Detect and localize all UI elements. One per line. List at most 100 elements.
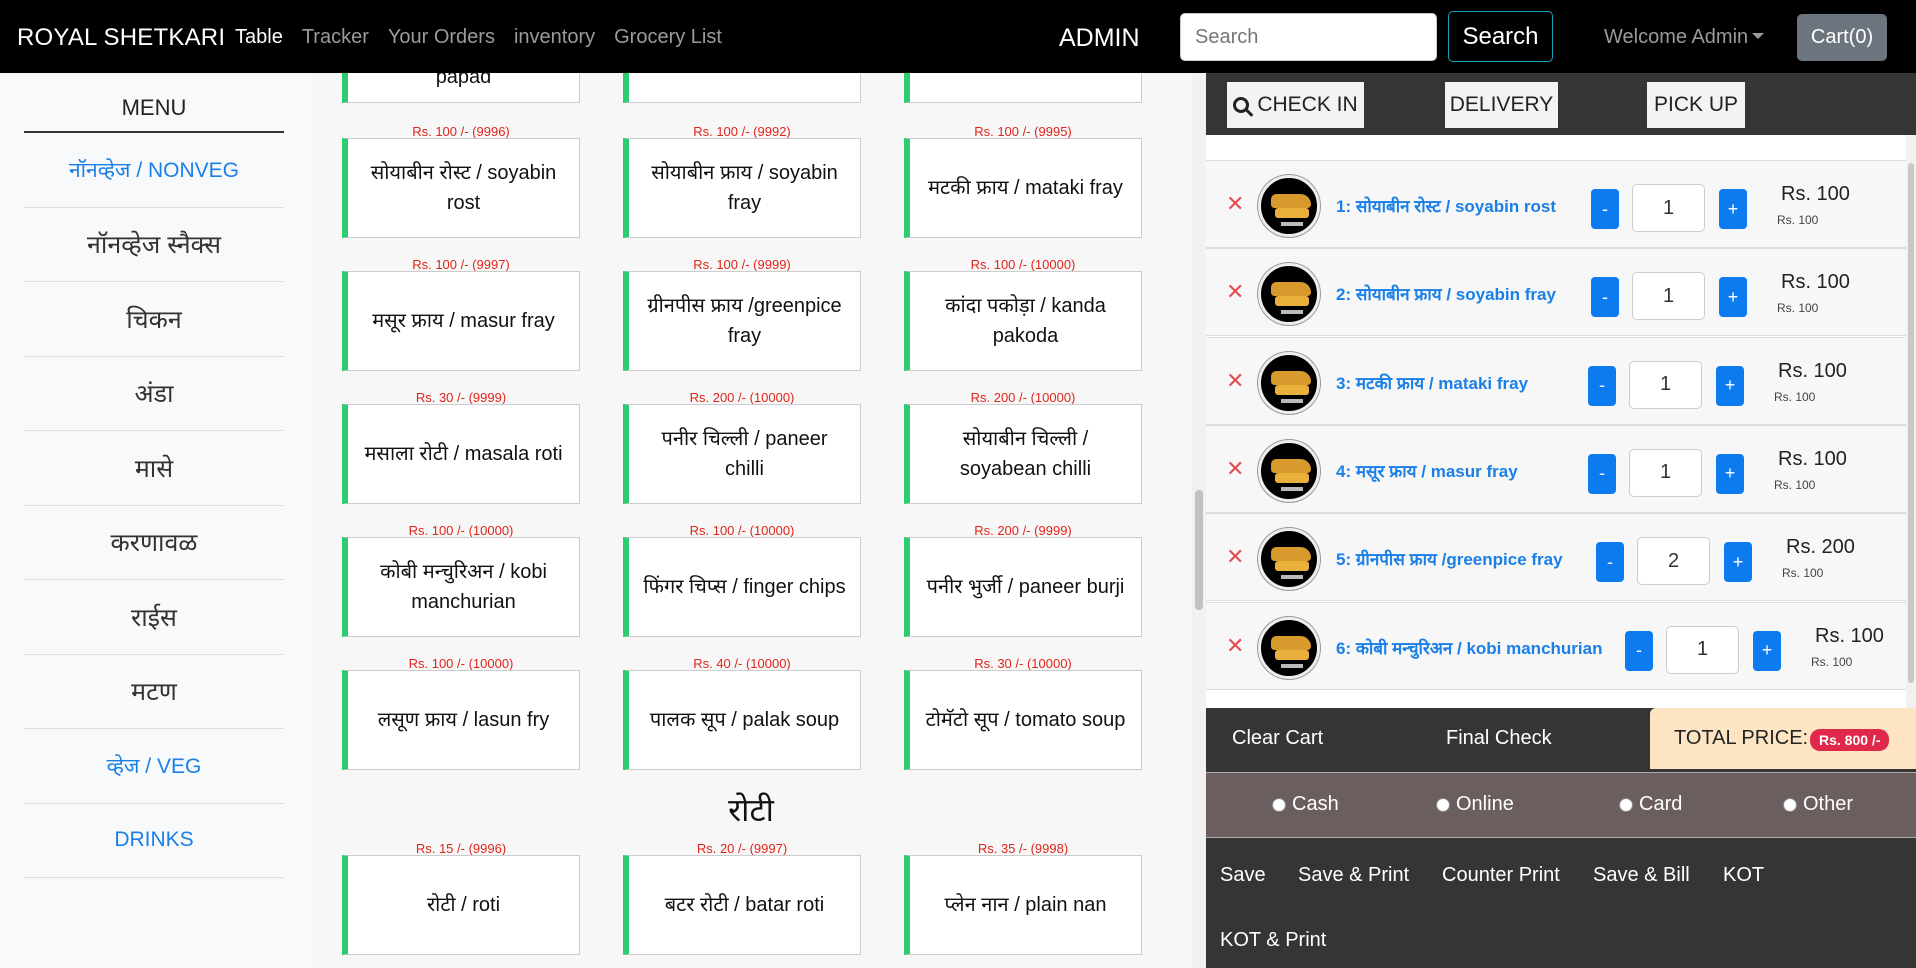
menu-item-card[interactable]: पालक सूप / palak soup	[623, 670, 861, 770]
menu-item-card[interactable]: मटकी फ्राय / mataki fray	[904, 138, 1142, 238]
menu-item-card[interactable]	[904, 73, 1142, 103]
radio-button[interactable]	[1272, 797, 1286, 812]
menu-item-card[interactable]: पनीर भुर्जी / paneer burji	[904, 537, 1142, 637]
clear-cart-button[interactable]: Clear Cart	[1232, 727, 1323, 750]
menu-scrollbar-thumb[interactable]	[1195, 490, 1203, 610]
radio-button[interactable]	[1783, 797, 1797, 812]
sidebar-item-veg[interactable]: व्हेज / VEG	[24, 729, 284, 804]
decrease-qty-button[interactable]: -	[1588, 453, 1616, 494]
increase-qty-button[interactable]: +	[1753, 630, 1781, 671]
remove-item-icon[interactable]: ✕	[1226, 369, 1244, 391]
menu-item-price: Rs. 200 /- (10000)	[689, 390, 795, 405]
save-button[interactable]: Save	[1220, 864, 1266, 887]
cart-scrollbar-thumb[interactable]	[1908, 163, 1914, 683]
menu-item-card[interactable]: प्लेन नान / plain nan	[904, 855, 1142, 955]
quantity-input[interactable]	[1629, 360, 1702, 409]
menu-item-card[interactable]: सोयाबीन रोस्ट / soyabin rost	[342, 138, 580, 238]
payment-option-cash[interactable]: Cash	[1272, 793, 1339, 816]
quantity-input[interactable]	[1629, 448, 1702, 497]
increase-qty-button[interactable]: +	[1719, 189, 1747, 229]
sidebar-item-egg[interactable]: अंडा	[24, 357, 284, 431]
sidebar-item-drinks[interactable]: DRINKS	[24, 804, 284, 878]
decrease-qty-button[interactable]: -	[1625, 630, 1653, 671]
quantity-input[interactable]	[1632, 184, 1705, 232]
nav-link-your-orders[interactable]: Your Orders	[388, 26, 495, 49]
cart-button[interactable]: Cart(0)	[1797, 14, 1887, 61]
menu-item-card[interactable]: सोयाबीन चिल्ली / soyabean chilli	[904, 404, 1142, 504]
welcome-dropdown[interactable]: Welcome Admin	[1604, 26, 1765, 49]
sidebar-item-rice[interactable]: राईस	[24, 580, 284, 655]
kot-button[interactable]: KOT	[1723, 864, 1764, 887]
sidebar-item-nonveg[interactable]: नॉनव्हेज / NONVEG	[24, 133, 284, 208]
radio-button[interactable]	[1436, 797, 1450, 812]
total-price-badge: Rs. 800 /-	[1810, 729, 1890, 751]
decrease-qty-button[interactable]: -	[1588, 365, 1616, 406]
sidebar-item-fish[interactable]: मासे	[24, 431, 284, 506]
tab-pick-up[interactable]: PICK UP	[1647, 82, 1745, 128]
cart-item-unit-price: Rs. 100	[1777, 213, 1819, 227]
decrease-qty-button[interactable]: -	[1591, 277, 1619, 318]
quantity-input[interactable]	[1632, 272, 1705, 321]
final-check-button[interactable]: Final Check	[1446, 727, 1552, 750]
remove-item-icon[interactable]: ✕	[1226, 546, 1244, 568]
menu-item-card[interactable]: कोबी मन्चुरिअन / kobi manchurian	[342, 537, 580, 637]
kot-print-button[interactable]: KOT & Print	[1220, 929, 1326, 952]
cart-item-name[interactable]: 4: मसूर फ्राय / masur fray	[1336, 459, 1518, 482]
sidebar-item-nonveg-snacks[interactable]: नॉनव्हेज स्नैक्स	[24, 208, 284, 282]
nav-link-table[interactable]: Table	[235, 26, 283, 49]
menu-item-card[interactable]: सोयाबीन फ्राय / soyabin fray	[623, 138, 861, 238]
sidebar-item-karanawal[interactable]: करणावळ	[24, 506, 284, 580]
tab-delivery[interactable]: DELIVERY	[1445, 82, 1558, 128]
decrease-qty-button[interactable]: -	[1591, 189, 1619, 229]
menu-item-card[interactable]: मसूर फ्राय / masur fray	[342, 271, 580, 371]
tab-check-in[interactable]: CHECK IN	[1227, 82, 1364, 128]
cart-item-name[interactable]: 2: सोयाबीन फ्राय / soyabin fray	[1336, 282, 1556, 305]
increase-qty-button[interactable]: +	[1716, 365, 1744, 406]
quantity-input[interactable]	[1637, 537, 1710, 586]
cart-item-name[interactable]: 3: मटकी फ्राय / mataki fray	[1336, 371, 1528, 394]
nav-link-inventory[interactable]: inventory	[514, 26, 595, 49]
remove-item-icon[interactable]: ✕	[1226, 193, 1244, 215]
menu-item-card[interactable]: कांदा पकोड़ा / kanda pakoda	[904, 271, 1142, 371]
save-bill-button[interactable]: Save & Bill	[1593, 864, 1690, 887]
payment-option-card[interactable]: Card	[1619, 793, 1682, 816]
search-button[interactable]: Search	[1448, 11, 1553, 62]
increase-qty-button[interactable]: +	[1716, 453, 1744, 494]
menu-item-card[interactable]: फिंगर चिप्स / finger chips	[623, 537, 861, 637]
menu-item-card[interactable]: लसूण फ्राय / lasun fry	[342, 670, 580, 770]
cart-item-amount: Rs. 100	[1815, 624, 1884, 647]
menu-item-card[interactable]: टोमॅटो सूप / tomato soup	[904, 670, 1142, 770]
remove-item-icon[interactable]: ✕	[1226, 634, 1244, 656]
restaurant-logo-icon	[1258, 263, 1320, 326]
nav-link-tracker[interactable]: Tracker	[302, 26, 369, 49]
cart-item-name[interactable]: 5: ग्रीनपीस फ्राय /greenpice fray	[1336, 547, 1563, 570]
cart-item-name[interactable]: 6: कोबी मन्चुरिअन / kobi manchurian	[1336, 636, 1602, 659]
payment-option-other[interactable]: Other	[1783, 793, 1853, 816]
increase-qty-button[interactable]: +	[1719, 277, 1747, 318]
menu-item-card[interactable]: papad	[342, 73, 580, 103]
search-input[interactable]	[1180, 13, 1437, 61]
counter-print-button[interactable]: Counter Print	[1442, 864, 1560, 887]
brand-logo[interactable]: ROYAL SHETKARI	[17, 24, 225, 52]
menu-item-card[interactable]: मसाला रोटी / masala roti	[342, 404, 580, 504]
payment-option-online[interactable]: Online	[1436, 793, 1514, 816]
cart-item-list[interactable]: ✕ 1: सोयाबीन रोस्ट / soyabin rost - + Rs. 10…	[1206, 135, 1916, 708]
quantity-input[interactable]	[1666, 625, 1739, 674]
cart-action-bar: Clear Cart Final Check TOTAL PRICE: Rs. …	[1206, 708, 1916, 769]
menu-item-card[interactable]: बटर रोटी / batar roti	[623, 855, 861, 955]
remove-item-icon[interactable]: ✕	[1226, 281, 1244, 303]
sidebar-item-mutton[interactable]: मटण	[24, 655, 284, 729]
menu-item-card[interactable]	[623, 73, 861, 103]
remove-item-icon[interactable]: ✕	[1226, 457, 1244, 479]
cart-item-name[interactable]: 1: सोयाबीन रोस्ट / soyabin rost	[1336, 194, 1556, 217]
save-print-button[interactable]: Save & Print	[1298, 864, 1409, 887]
menu-item-card[interactable]: रोटी / roti	[342, 855, 580, 955]
radio-button[interactable]	[1619, 797, 1633, 812]
decrease-qty-button[interactable]: -	[1596, 542, 1624, 583]
cart-item-row: ✕ 3: मटकी फ्राय / mataki fray - + Rs. 100 Rs.…	[1206, 336, 1906, 425]
increase-qty-button[interactable]: +	[1724, 542, 1752, 583]
menu-item-card[interactable]: पनीर चिल्ली / paneer chilli	[623, 404, 861, 504]
sidebar-item-chicken[interactable]: चिकन	[24, 282, 284, 357]
nav-link-grocery-list[interactable]: Grocery List	[614, 26, 722, 49]
menu-item-card[interactable]: ग्रीनपीस फ्राय /greenpice fray	[623, 271, 861, 371]
